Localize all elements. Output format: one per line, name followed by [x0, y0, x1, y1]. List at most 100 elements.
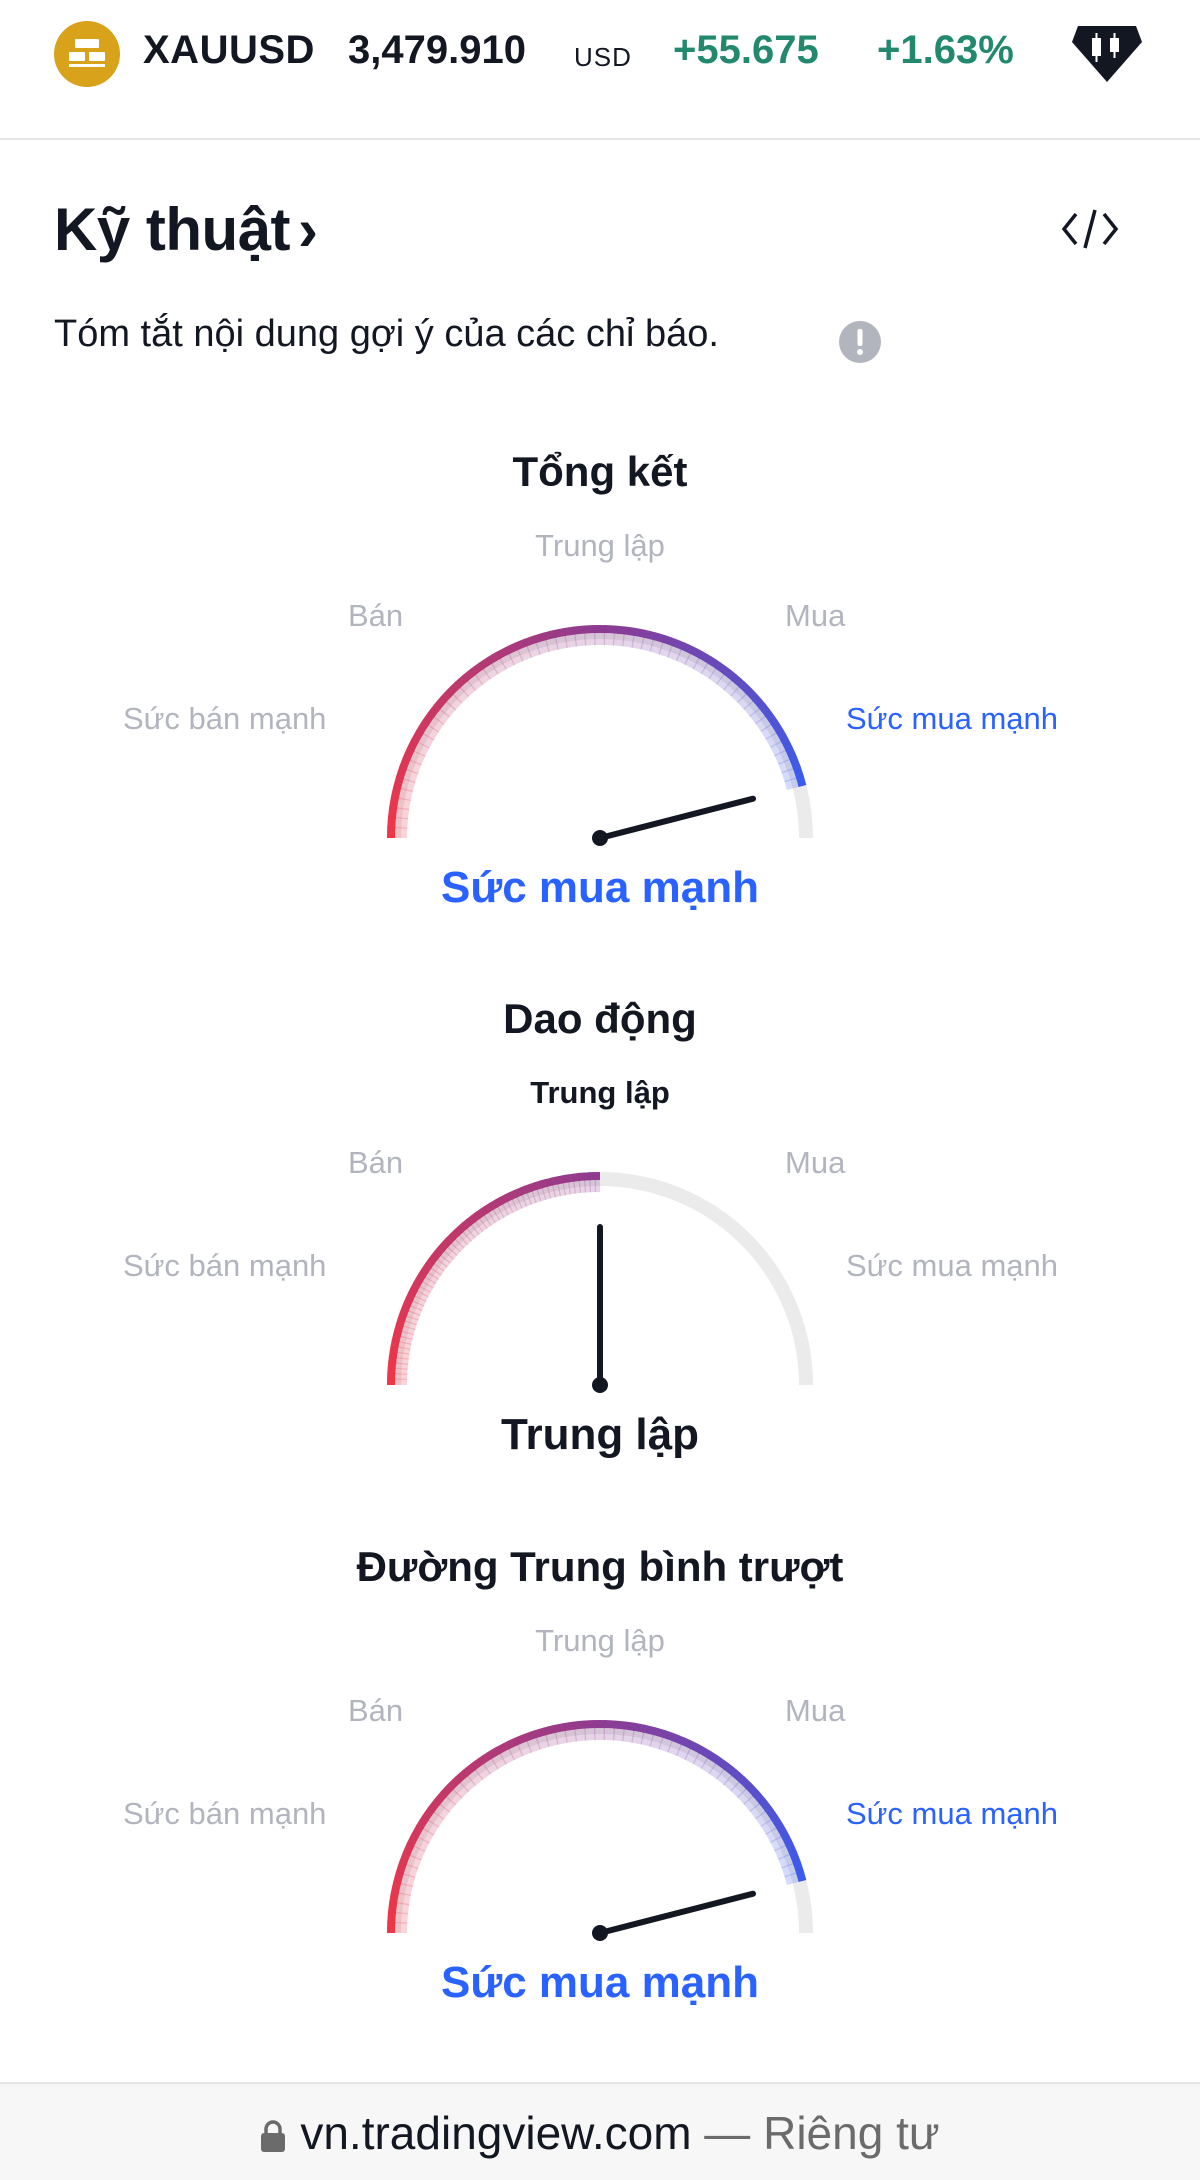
browser-address-bar[interactable]: vn.tradingview.com — Riêng tư — [0, 2082, 1200, 2180]
gauge-fill-band — [397, 1892, 411, 1906]
gauge-fill-band — [508, 649, 524, 666]
gauge-fill-band — [658, 642, 673, 658]
gauge-fill-segment — [387, 806, 398, 819]
gauge-fill-band — [475, 668, 491, 686]
gauge-fill-segment — [533, 632, 547, 644]
gauge-moving-averages: Đường Trung bình trượt Trung lập Bán Mua… — [0, 1543, 1200, 2043]
gauge-needle — [597, 1890, 757, 1936]
gauge-fill-segment — [563, 626, 576, 637]
gauge-fill-segment — [643, 1724, 656, 1736]
gauge-fill-band — [675, 1744, 691, 1760]
gauge-fill-segment — [543, 629, 557, 641]
gauge-fill-band — [517, 1741, 532, 1757]
gauge-fill-segment — [758, 1798, 773, 1813]
gauge-fill-band — [631, 1730, 645, 1745]
gauge-label-strong-sell: Sức bán mạnh — [123, 701, 327, 736]
candlestick-logo-icon[interactable] — [1070, 20, 1144, 91]
section-title-link[interactable]: Kỹ thuật › — [54, 195, 318, 264]
gauge-fill-segment — [478, 1751, 493, 1765]
gauge-fill-segment — [623, 626, 636, 636]
gauge-fill-band — [743, 1795, 760, 1812]
gauge-fill-band — [410, 1845, 426, 1861]
chevron-right-icon: › — [298, 196, 318, 263]
gauge-fill-band — [692, 1753, 709, 1769]
gauge-fill-band — [723, 680, 740, 697]
gauge-label-strong-buy: Sức mua mạnh — [846, 701, 1059, 736]
gauge-fill-segment — [764, 711, 778, 726]
gauge-fill-band — [395, 1902, 410, 1915]
ticker-change-percent: +1.63% — [877, 28, 1014, 72]
gauge-fill-segment — [613, 625, 626, 635]
gauge-fill-band — [446, 694, 463, 711]
gauge-fill-segment — [553, 1722, 566, 1734]
gauge-fill-segment — [389, 795, 400, 809]
gauge-fill-band — [467, 674, 484, 691]
gauge-fill-band — [716, 674, 732, 691]
gauge-dial — [387, 1172, 813, 1393]
gauge-fill-band — [781, 768, 797, 783]
gauge-fill-band — [774, 1844, 790, 1860]
gauge-fill-segment — [770, 1814, 784, 1829]
gauge-fill-segment — [613, 1720, 626, 1730]
gauge-fill-segment — [411, 729, 424, 744]
gauge-result: Sức mua mạnh — [441, 1958, 759, 2007]
ticker-price: 3,479.910 — [348, 28, 526, 72]
gauge-fill-band — [554, 635, 568, 650]
gauge-fill-segment — [514, 1733, 528, 1746]
gauge-fill-band — [778, 1853, 794, 1869]
gauge-fill-band — [692, 658, 709, 674]
gauge-fill-band — [397, 797, 411, 811]
gauge-fill-band — [428, 1811, 445, 1828]
gauge-fill-band — [491, 1753, 507, 1770]
gauge-fill-segment — [723, 1762, 738, 1777]
gauge-fill-segment — [390, 1880, 402, 1894]
gauge-fill-segment — [416, 1815, 430, 1830]
gauge-fill-segment — [395, 766, 407, 780]
gauge-fill-band — [658, 1737, 673, 1753]
gauge-fill-band — [459, 680, 477, 698]
ticker-currency: USD — [574, 42, 632, 72]
gauge-fill-segment — [504, 642, 519, 655]
gauge-fill-segment — [495, 1741, 510, 1755]
gauge-fill-band — [403, 768, 419, 784]
gauge-label-strong-buy: Sức mua mạnh — [846, 1796, 1059, 1831]
code-embed-icon[interactable] — [1060, 204, 1120, 259]
gauge-fill-band — [398, 1882, 413, 1897]
gauge-fill-band — [452, 1782, 470, 1799]
gauge-label-strong-sell: Sức bán mạnh — [123, 1796, 327, 1831]
gauge-fill-segment — [652, 1727, 666, 1739]
gauge-fill-band — [684, 1748, 700, 1765]
gauge-fill-band — [545, 1732, 559, 1748]
gauge-fill-segment — [706, 1751, 721, 1765]
url-display[interactable]: vn.tradingview.com — Riêng tư — [0, 2106, 1200, 2164]
gauge-fill-segment — [583, 1720, 596, 1729]
gauge-fill-band — [564, 634, 578, 648]
gauge-fill-segment — [662, 1730, 676, 1742]
gauge-fill-band — [649, 1734, 664, 1750]
gauge-fill-segment — [680, 1737, 695, 1750]
gauge-fill-band — [700, 1758, 717, 1775]
gauge-fill-segment — [698, 1746, 713, 1759]
gauge-fill-segment — [427, 1798, 441, 1813]
gauge-title: Dao động — [503, 995, 697, 1042]
gauge-fill-band — [723, 1775, 740, 1792]
gauge-fill-segment — [764, 1806, 778, 1821]
gauge-fill-segment — [792, 1860, 804, 1874]
gauge-fill-band — [708, 668, 725, 685]
gauge-label-strong-buy: Sức mua mạnh — [846, 1248, 1059, 1283]
info-icon[interactable] — [838, 320, 882, 369]
gauge-fill-segment — [393, 1871, 404, 1885]
gauge-fill-band — [730, 686, 747, 703]
gauge-fill-segment — [770, 719, 784, 734]
gauge-fill-band — [743, 700, 760, 717]
gauge-fill-segment — [680, 642, 695, 655]
gauge-fill-segment — [514, 638, 528, 651]
gauge-fill-band — [584, 1728, 596, 1741]
gauge-fill-band — [760, 1819, 777, 1835]
gauge-fill-segment — [603, 625, 616, 634]
gauge-label-neutral: Trung lập — [530, 1075, 670, 1110]
gauge-fill-band — [564, 1729, 578, 1743]
gauge-fill-segment — [406, 1833, 419, 1847]
ticker-bar[interactable]: XAUUSD 3,479.910 USD +55.675 +1.63% — [0, 0, 1200, 140]
gauge-track — [387, 625, 813, 839]
